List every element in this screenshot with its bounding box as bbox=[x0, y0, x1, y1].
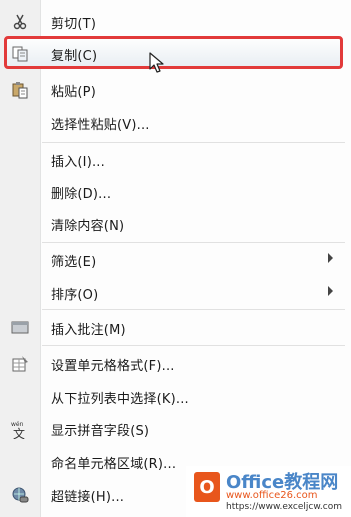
menu-item-pick-from-list[interactable]: 从下拉列表中选择(K)... bbox=[0, 380, 351, 413]
menu-item-label: 超链接(H)... bbox=[51, 490, 125, 505]
watermark-url: www.office26.com bbox=[226, 490, 318, 501]
separator bbox=[42, 345, 345, 346]
submenu-arrow-icon bbox=[328, 286, 333, 296]
menu-item-paste-special[interactable]: 选择性粘贴(V)... bbox=[0, 106, 351, 139]
office-logo-icon: O bbox=[194, 472, 220, 502]
menu-item-insert-comment[interactable]: 插入批注(M) bbox=[0, 311, 351, 344]
menu-item-insert[interactable]: 插入(I)... bbox=[0, 143, 351, 176]
menu-item-label: 从下拉列表中选择(K)... bbox=[51, 392, 189, 407]
scissors-icon bbox=[10, 12, 30, 32]
menu-item-clear-contents[interactable]: 清除内容(N) bbox=[0, 207, 351, 240]
menu-item-label: 筛选(E) bbox=[51, 255, 97, 270]
menu-item-label: 排序(O) bbox=[51, 288, 99, 303]
copy-icon bbox=[10, 44, 30, 64]
menu-item-format-cells[interactable]: 设置单元格格式(F)... bbox=[0, 347, 351, 380]
menu-item-label: 显示拼音字段(S) bbox=[51, 424, 150, 439]
menu-item-label: 删除(D)... bbox=[51, 187, 112, 202]
context-menu: 剪切(T) 复制(C) 粘贴(P) 选择性粘贴(V)... 插入(I)... 删… bbox=[0, 0, 351, 517]
menu-item-label: 选择性粘贴(V)... bbox=[51, 118, 150, 133]
format-cells-icon bbox=[10, 354, 30, 374]
submenu-arrow-icon bbox=[328, 253, 333, 263]
phonetic-icon: wén 文 bbox=[10, 419, 30, 439]
paste-icon bbox=[10, 80, 30, 100]
separator bbox=[42, 309, 345, 310]
menu-item-delete[interactable]: 删除(D)... bbox=[0, 175, 351, 208]
menu-item-label: 清除内容(N) bbox=[51, 219, 125, 234]
menu-item-label: 剪切(T) bbox=[51, 17, 97, 32]
watermark-url-secondary: https://www.exceljcw.com bbox=[226, 502, 342, 512]
svg-text:文: 文 bbox=[13, 426, 25, 439]
menu-item-copy[interactable]: 复制(C) bbox=[0, 37, 351, 70]
watermark: O Office教程网 www.office26.com https://www… bbox=[186, 466, 351, 517]
menu-item-label: 命名单元格区域(R)... bbox=[51, 457, 177, 472]
mouse-cursor-icon bbox=[149, 52, 165, 78]
menu-item-filter[interactable]: 筛选(E) bbox=[0, 243, 351, 276]
menu-item-label: 插入批注(M) bbox=[51, 323, 126, 338]
menu-item-cut[interactable]: 剪切(T) bbox=[0, 5, 351, 38]
menu-item-label: 粘贴(P) bbox=[51, 85, 96, 100]
menu-item-label: 设置单元格格式(F)... bbox=[51, 359, 175, 374]
hyperlink-icon bbox=[10, 485, 30, 505]
menu-item-label: 复制(C) bbox=[51, 49, 98, 64]
menu-item-paste[interactable]: 粘贴(P) bbox=[0, 73, 351, 106]
menu-item-sort[interactable]: 排序(O) bbox=[0, 276, 351, 309]
comment-icon bbox=[10, 318, 30, 338]
menu-item-show-phonetic[interactable]: wén 文 显示拼音字段(S) bbox=[0, 412, 351, 445]
menu-item-label: 插入(I)... bbox=[51, 155, 105, 170]
